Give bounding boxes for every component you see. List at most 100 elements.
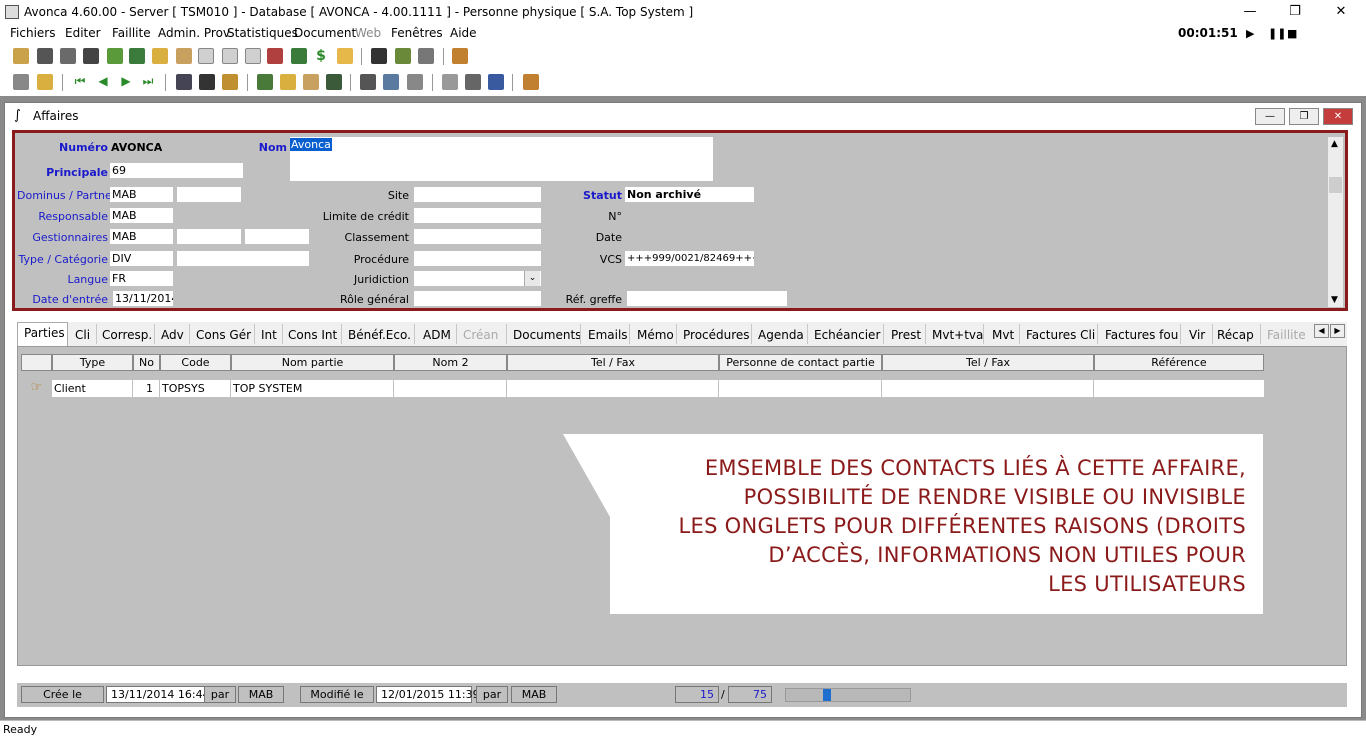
procedure-field[interactable] [414,251,541,266]
dominus-field-2[interactable] [177,187,241,202]
limite-credit-field[interactable] [414,208,541,223]
type-field[interactable]: DIV [110,251,173,266]
tab-cli[interactable]: Cli [75,328,90,342]
child-restore-button[interactable]: ❐ [1289,108,1319,125]
menu-aide[interactable]: Aide [450,26,477,40]
calendar-icon[interactable] [395,48,411,64]
gestionnaires-field-2[interactable] [177,229,241,244]
classement-field[interactable] [414,229,541,244]
tab-recap[interactable]: Récap [1217,328,1254,342]
principale-field[interactable]: 69 [110,163,243,178]
envelope-icon[interactable] [465,74,481,90]
close-button[interactable]: ✕ [1326,2,1356,22]
nom-field[interactable]: Avonca [290,137,713,181]
previous-record-icon[interactable]: ◀ [95,74,111,90]
responsable-field[interactable]: MAB [110,208,173,223]
word-icon[interactable] [488,74,504,90]
forward-folder-icon[interactable] [280,74,296,90]
last-record-icon[interactable]: ⏭ [140,74,156,90]
child-minimize-button[interactable]: — [1255,108,1285,125]
edit-icon[interactable] [303,74,319,90]
gear-person-icon[interactable] [152,48,168,64]
tab-corresp[interactable]: Corresp. [102,328,152,342]
tab-echeancier[interactable]: Echéancier [814,328,880,342]
restore-button[interactable]: ❐ [1280,2,1310,22]
tab-cons-int[interactable]: Cons Int [288,328,337,342]
menu-faillite[interactable]: Faillite [112,26,151,40]
grid-header-tel-fax[interactable]: Tel / Fax [507,354,719,371]
menu-statistiques[interactable]: Statistiques [227,26,298,40]
grid-header-reference[interactable]: Référence [1094,354,1264,371]
tab-vir[interactable]: Vir [1189,328,1205,342]
calculator-icon[interactable] [291,48,307,64]
ref-greffe-field[interactable] [627,291,787,306]
menu-fenetres[interactable]: Fenêtres [391,26,443,40]
documents-icon[interactable] [222,48,238,64]
tab-parties[interactable]: Parties [24,326,65,340]
undo-icon[interactable] [37,74,53,90]
exit-door-icon[interactable] [523,74,539,90]
id-search-icon[interactable] [199,74,215,90]
tab-memo[interactable]: Mémo [637,328,674,342]
print-icon[interactable] [267,48,283,64]
record-slider[interactable] [785,688,911,702]
stack-icon[interactable] [407,74,423,90]
child-close-button[interactable]: ✕ [1323,108,1353,125]
minimize-button[interactable]: — [1235,2,1265,22]
gestionnaires-field-3[interactable] [245,229,309,244]
links-icon[interactable] [13,48,29,64]
save-icon[interactable] [13,74,29,90]
money-bag-icon[interactable] [107,48,123,64]
statut-field[interactable]: Non archivé [625,187,754,202]
globe-icon[interactable] [129,48,145,64]
site-field[interactable] [414,187,541,202]
tab-scroll-right-icon[interactable]: ▶ [1330,324,1345,338]
juridiction-select[interactable]: ⌄ [414,271,541,286]
tab-documents[interactable]: Documents [513,328,581,342]
chevron-down-icon[interactable]: ⌄ [524,271,540,286]
phone-icon[interactable] [371,48,387,64]
role-general-field[interactable] [414,291,541,306]
preview-icon[interactable] [442,74,458,90]
menu-editer[interactable]: Editer [65,26,101,40]
tab-scroll-left-icon[interactable]: ◀ [1314,324,1329,338]
vcs-field[interactable]: +++999/0021/82469+++ [625,251,754,266]
slider-thumb[interactable] [823,689,831,701]
tab-procedures[interactable]: Procédures [683,328,750,342]
document-icon[interactable] [198,48,214,64]
scroll-thumb[interactable] [1329,177,1342,193]
back-icon[interactable] [257,74,273,90]
binoculars-icon[interactable] [176,74,192,90]
next-record-icon[interactable]: ▶ [118,74,134,90]
tab-emails[interactable]: Emails [588,328,628,342]
tab-adm[interactable]: ADM [423,328,451,342]
form-scrollbar[interactable]: ▲ ▼ [1328,137,1343,307]
tab-mvt-tva[interactable]: Mvt+tva [932,328,983,342]
grid-header-contact[interactable]: Personne de contact partie [719,354,882,371]
scroll-up-icon[interactable]: ▲ [1331,139,1338,149]
columns-icon[interactable] [360,74,376,90]
first-record-icon[interactable]: ⏮ [72,74,88,90]
tab-factures-cli[interactable]: Factures Cli [1026,328,1095,342]
house-icon[interactable] [60,48,76,64]
grid-header-nom-partie[interactable]: Nom partie [231,354,394,371]
window-icon[interactable] [383,74,399,90]
menu-document[interactable]: Document [294,26,356,40]
tab-agenda[interactable]: Agenda [758,328,804,342]
filter-icon[interactable] [222,74,238,90]
date-entree-field[interactable]: 13/11/2014 [113,291,173,306]
tab-adv[interactable]: Adv [161,328,184,342]
go-icon[interactable] [326,74,342,90]
grid-header-nom-2[interactable]: Nom 2 [394,354,507,371]
tab-factures-fou[interactable]: Factures fou [1105,328,1178,342]
dominus-field[interactable]: MAB [110,187,173,202]
grid-header-code[interactable]: Code [160,354,231,371]
tab-mvt[interactable]: Mvt [992,328,1014,342]
categorie-field[interactable] [177,251,309,266]
dollar-icon[interactable]: $ [313,48,329,64]
person-icon[interactable] [37,48,53,64]
tab-benef-eco[interactable]: Bénéf.Eco. [348,328,411,342]
grid-header-type[interactable]: Type [52,354,133,371]
tab-int[interactable]: Int [261,328,277,342]
folder-icon[interactable] [337,48,353,64]
